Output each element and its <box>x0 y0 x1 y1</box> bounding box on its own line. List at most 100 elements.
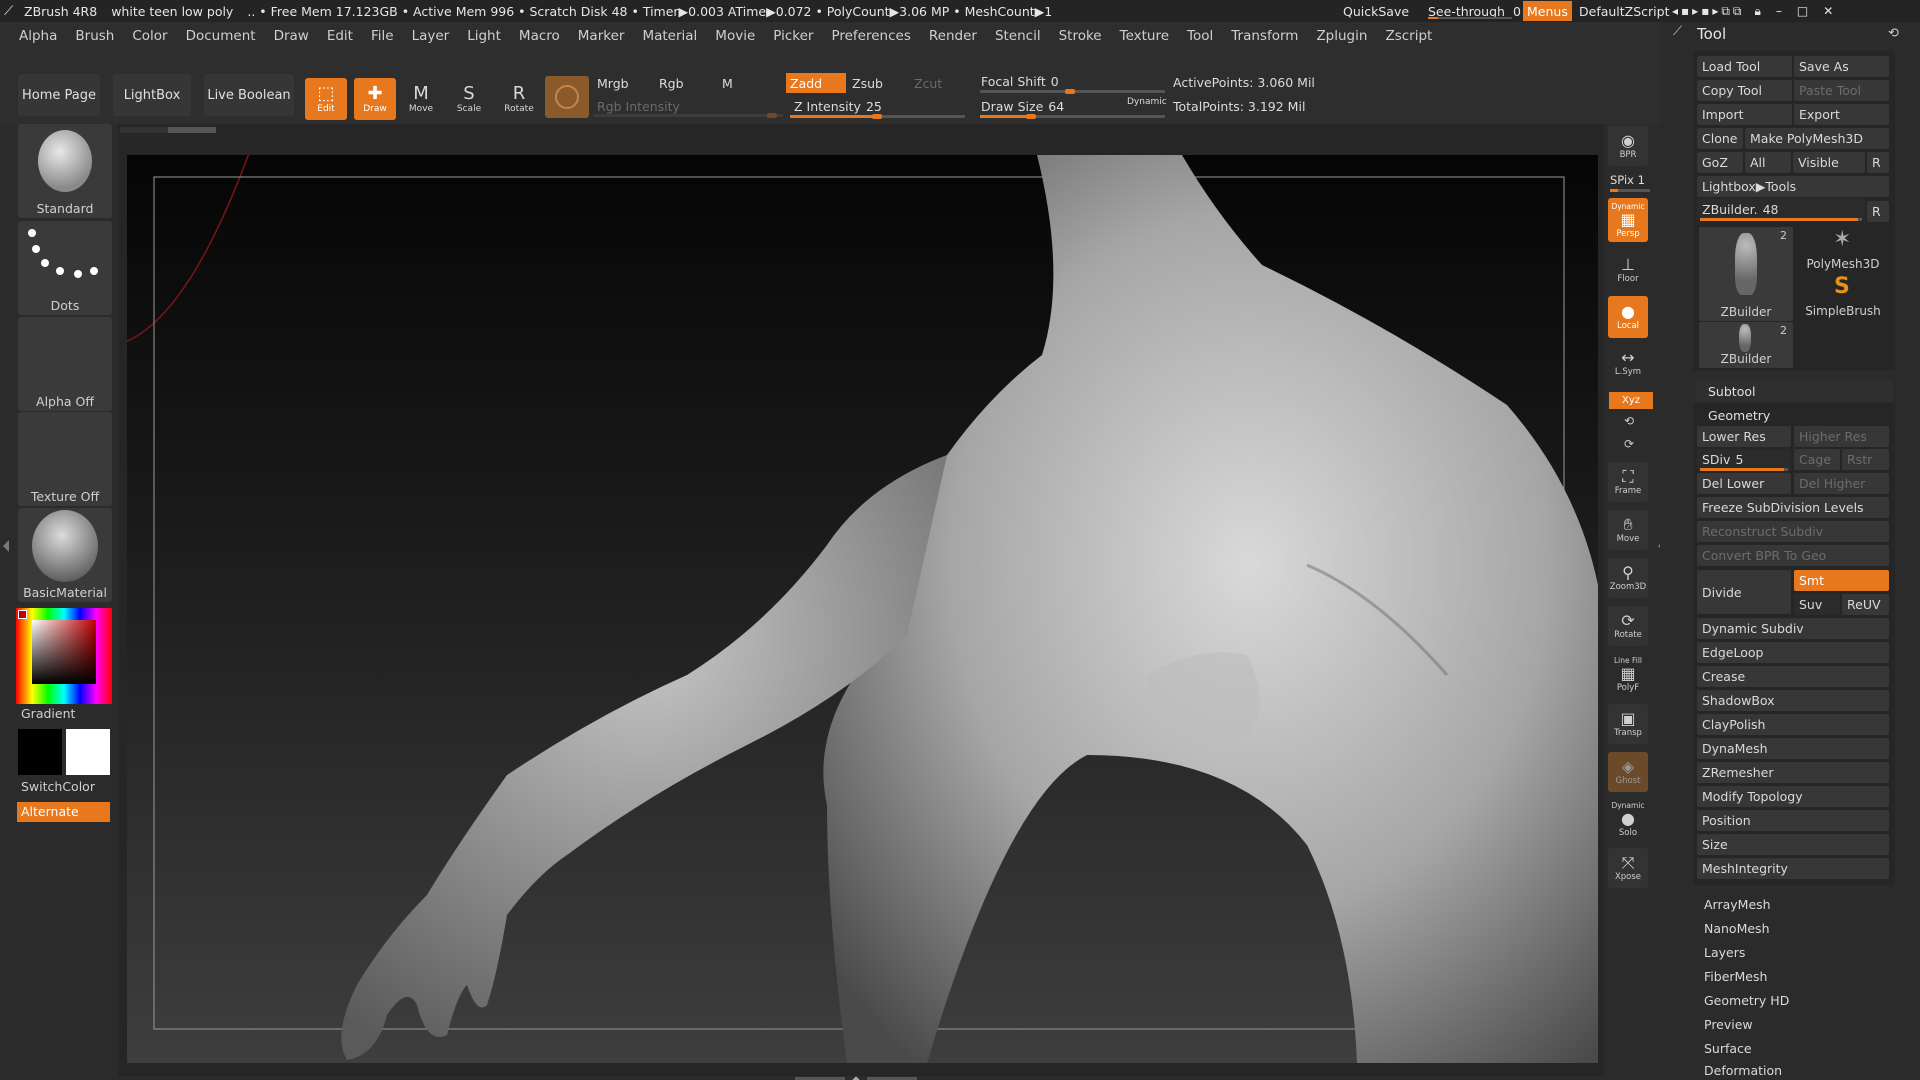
deformation-section[interactable]: Deformation <box>1704 1061 1782 1080</box>
color-picker[interactable] <box>16 608 112 704</box>
make-polymesh3d-button[interactable]: Make PolyMesh3D <box>1745 128 1889 149</box>
gradient-label[interactable]: Gradient <box>21 706 75 721</box>
menu-document[interactable]: Document <box>186 28 256 44</box>
polyf-button[interactable]: Line Fill ▦ PolyF <box>1608 652 1648 696</box>
tool-thumb-zbuilder-2[interactable]: 2 ZBuilder <box>1699 322 1793 368</box>
dynamesh-section[interactable]: DynaMesh <box>1697 738 1889 759</box>
menu-preferences[interactable]: Preferences <box>831 28 910 44</box>
arraymesh-section[interactable]: ArrayMesh <box>1704 893 1771 915</box>
current-tool-slider[interactable]: ZBuilder. 48 <box>1697 199 1865 220</box>
alternate-toggle[interactable]: Alternate <box>17 802 110 822</box>
menu-zplugin[interactable]: Zplugin <box>1316 28 1367 44</box>
surface-section[interactable]: Surface <box>1704 1037 1752 1059</box>
import-button[interactable]: Import <box>1697 104 1792 125</box>
restore-icon[interactable]: ⧉ <box>1733 4 1745 19</box>
texture-selector[interactable]: Texture Off <box>18 412 112 506</box>
load-tool-button[interactable]: Load Tool <box>1697 56 1792 77</box>
viewport-scroll-bottom[interactable]: ◢◣ <box>795 1071 925 1080</box>
zadd-toggle[interactable]: Zadd <box>786 73 846 93</box>
floor-button[interactable]: ⊥ Floor <box>1608 250 1648 290</box>
viewport-scroll-top[interactable] <box>120 127 216 133</box>
convert-bpr-button[interactable]: Convert BPR To Geo <box>1697 545 1889 566</box>
stroke-selector[interactable]: Dots <box>18 221 112 315</box>
switch-color-button[interactable]: SwitchColor <box>21 779 95 794</box>
scale-mode-button[interactable]: S Scale <box>448 78 490 120</box>
menu-transform[interactable]: Transform <box>1231 28 1298 44</box>
menu-light[interactable]: Light <box>467 28 501 44</box>
claypolish-section[interactable]: ClayPolish <box>1697 714 1889 735</box>
menu-tool[interactable]: Tool <box>1187 28 1213 44</box>
menu-brush[interactable]: Brush <box>75 28 114 44</box>
draw-size-slider[interactable]: Draw Size 64 <box>977 96 1117 116</box>
position-section[interactable]: Position <box>1697 810 1889 831</box>
geometry-hd-section[interactable]: Geometry HD <box>1704 989 1789 1011</box>
material-selector[interactable]: BasicMaterial <box>18 508 112 602</box>
smt-toggle[interactable]: Smt <box>1794 570 1889 591</box>
maximize-icon[interactable]: □ <box>1797 4 1811 18</box>
rotate-y-icon[interactable]: ⟲ <box>1624 414 1634 428</box>
fibermesh-section[interactable]: FiberMesh <box>1704 965 1767 987</box>
persp-button[interactable]: Dynamic ▦ Persp <box>1608 198 1648 242</box>
higher-res-button[interactable]: Higher Res <box>1794 426 1889 447</box>
menu-file[interactable]: File <box>371 28 394 44</box>
layout-icon[interactable]: ◂▪▸ <box>1672 4 1701 18</box>
size-section[interactable]: Size <box>1697 834 1889 855</box>
layout-2-icon[interactable]: ▪▸ <box>1701 4 1721 18</box>
layers-section[interactable]: Layers <box>1704 941 1745 963</box>
expand-bottom-icon[interactable]: ◢◣ <box>849 1075 863 1080</box>
draw-mode-button[interactable]: ✚ Draw <box>354 78 396 120</box>
menu-draw[interactable]: Draw <box>274 28 309 44</box>
goz-all-button[interactable]: All <box>1745 152 1791 173</box>
zoom3d-button[interactable]: ⚲ Zoom3D <box>1608 558 1648 598</box>
edgeloop-section[interactable]: EdgeLoop <box>1697 642 1889 663</box>
cage-button[interactable]: Cage <box>1794 449 1840 470</box>
reconstruct-subdiv-button[interactable]: Reconstruct Subdiv <box>1697 521 1889 542</box>
xpose-button[interactable]: ⤧ Xpose <box>1608 848 1648 888</box>
tool-thumb-polymesh3d[interactable]: ✶ PolyMesh3D <box>1797 227 1889 273</box>
lsym-button[interactable]: ↔ L.Sym <box>1608 346 1648 380</box>
focal-shift-slider[interactable]: Focal Shift 0 <box>977 71 1167 91</box>
current-tool-r-button[interactable]: R <box>1867 201 1889 222</box>
zsub-toggle[interactable]: Zsub <box>848 73 904 93</box>
zcut-toggle[interactable]: Zcut <box>910 73 966 93</box>
geometry-section[interactable]: Geometry <box>1696 404 1893 426</box>
menu-movie[interactable]: Movie <box>715 28 755 44</box>
tool-thumb-simplebrush[interactable]: S SimpleBrush <box>1797 274 1889 320</box>
minimize-icon[interactable]: – <box>1776 4 1785 18</box>
quicksave-button[interactable]: QuickSave <box>1343 0 1409 22</box>
bpr-button[interactable]: ◉ BPR <box>1608 126 1648 166</box>
material-color-button[interactable] <box>545 76 589 118</box>
nanomesh-section[interactable]: NanoMesh <box>1704 917 1770 939</box>
move-mode-button[interactable]: M Move <box>400 78 442 120</box>
edit-mode-button[interactable]: ⬚ Edit <box>305 78 347 120</box>
scroll-thumb[interactable] <box>168 127 216 133</box>
refresh-icon[interactable]: ⟲ <box>1888 26 1899 41</box>
del-higher-button[interactable]: Del Higher <box>1794 473 1889 494</box>
brush-selector[interactable]: Standard <box>18 124 112 218</box>
dynamic-subdiv-section[interactable]: Dynamic Subdiv <box>1697 618 1889 639</box>
live-boolean-button[interactable]: Live Boolean <box>204 74 294 116</box>
rstr-button[interactable]: Rstr <box>1842 449 1889 470</box>
main-color-black[interactable] <box>18 729 62 775</box>
divide-button[interactable]: Divide <box>1697 570 1791 614</box>
menu-color[interactable]: Color <box>132 28 167 44</box>
paste-tool-button[interactable]: Paste Tool <box>1794 80 1889 101</box>
del-lower-button[interactable]: Del Lower <box>1697 473 1791 494</box>
clone-button[interactable]: Clone <box>1697 128 1743 149</box>
crease-section[interactable]: Crease <box>1697 666 1889 687</box>
dock-icon[interactable]: ⧉ <box>1721 4 1733 19</box>
move-view-button[interactable]: ✋︎ Move <box>1608 510 1648 550</box>
rotate-z-icon[interactable]: ⟳ <box>1624 437 1634 451</box>
secondary-color-white[interactable] <box>66 729 110 775</box>
lightbox-button[interactable]: LightBox <box>113 74 191 116</box>
frame-button[interactable]: ⛶ Frame <box>1608 462 1648 502</box>
mrgb-toggle[interactable]: Mrgb <box>593 73 653 93</box>
menu-edit[interactable]: Edit <box>327 28 353 44</box>
lightbox-tools-button[interactable]: Lightbox▶Tools <box>1697 176 1889 197</box>
copy-tool-button[interactable]: Copy Tool <box>1697 80 1792 101</box>
zremesher-section[interactable]: ZRemesher <box>1697 762 1889 783</box>
menu-texture[interactable]: Texture <box>1120 28 1169 44</box>
sdiv-slider[interactable]: SDiv 5 <box>1697 449 1791 470</box>
freeze-subdivision-button[interactable]: Freeze SubDivision Levels <box>1697 497 1889 518</box>
menu-alpha[interactable]: Alpha <box>19 28 57 44</box>
